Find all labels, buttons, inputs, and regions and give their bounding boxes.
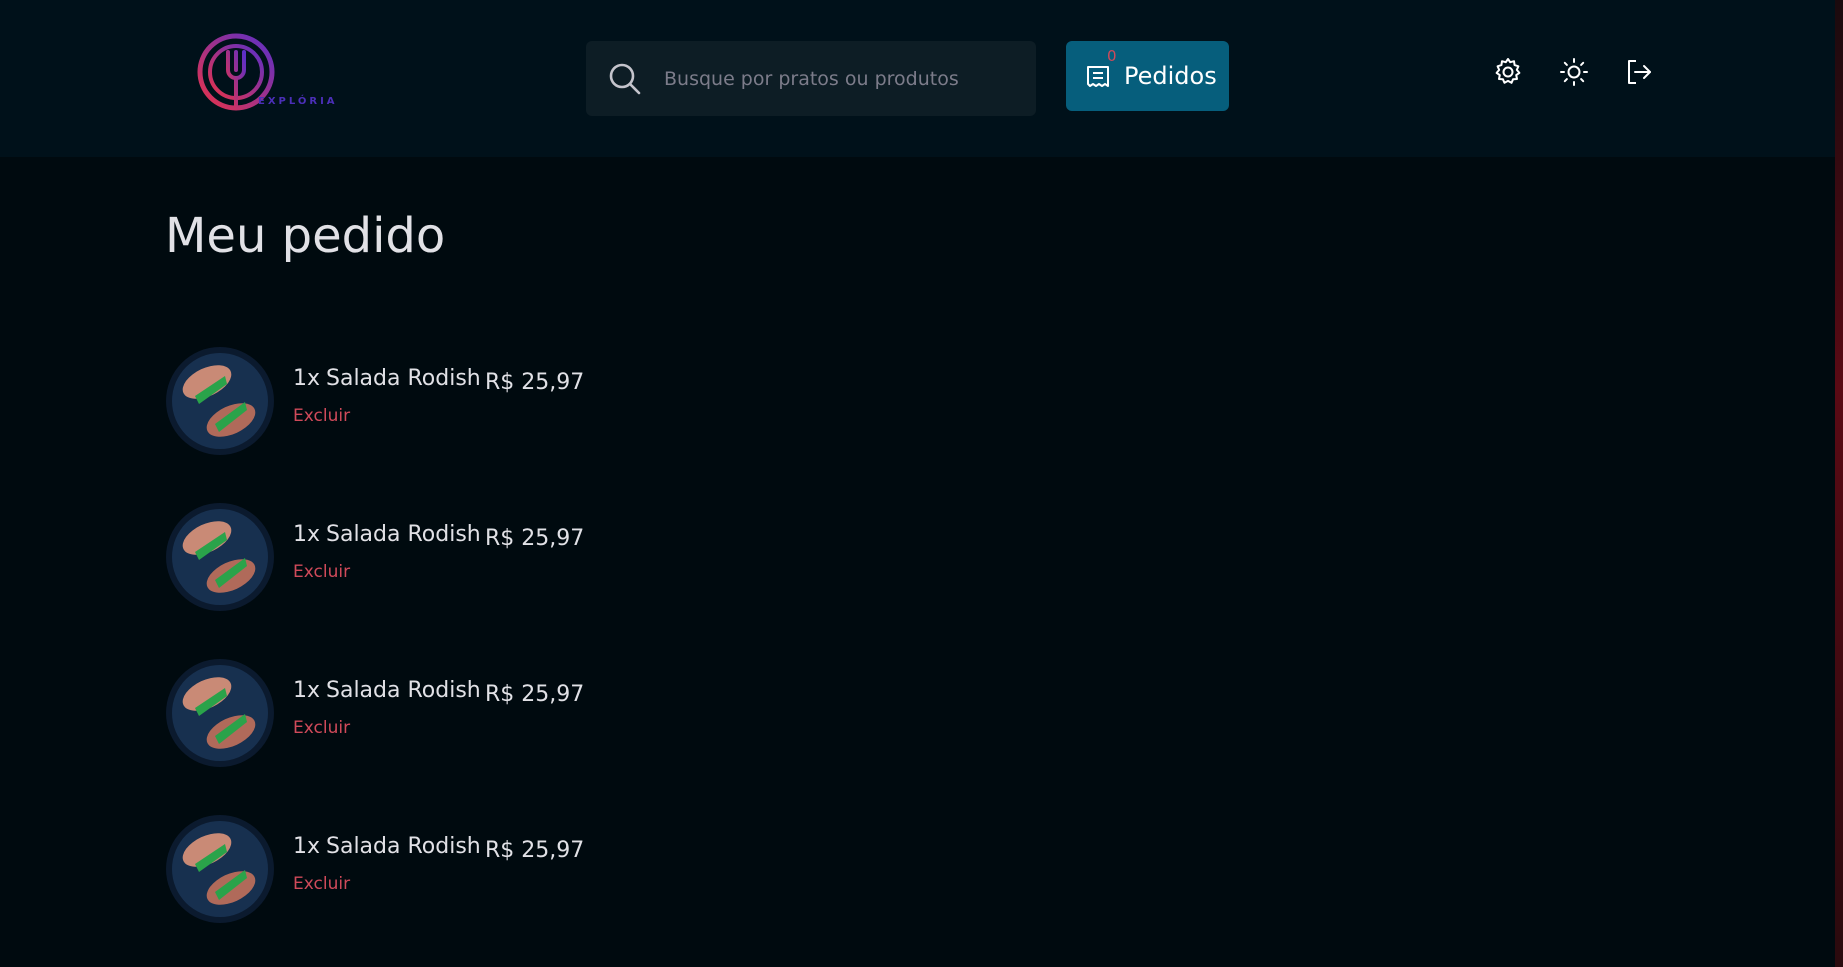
remove-item-link[interactable]: Excluir: [293, 718, 350, 738]
orders-count-badge: 0: [1107, 47, 1117, 65]
dish-image: [166, 347, 274, 455]
orders-button[interactable]: 0 Pedidos: [1066, 41, 1229, 111]
sign-out-icon[interactable]: [1623, 56, 1655, 88]
receipt-icon: [1087, 66, 1109, 87]
item-quantity: 1x: [293, 834, 321, 859]
logo-text: EXPLÓRIA: [258, 96, 338, 107]
item-name: Salada Rodish: [326, 366, 481, 391]
item-quantity: 1x: [293, 678, 321, 703]
remove-item-link[interactable]: Excluir: [293, 562, 350, 582]
item-price: R$ 25,97: [485, 370, 585, 395]
item-quantity: 1x: [293, 366, 321, 391]
gear-icon[interactable]: [1492, 56, 1524, 88]
item-price: R$ 25,97: [485, 838, 585, 863]
order-item: 1x Salada Rodish R$ 25,97 Excluir: [165, 658, 605, 768]
order-item: 1x Salada Rodish R$ 25,97 Excluir: [165, 814, 605, 924]
search-icon: [609, 63, 641, 94]
search-input[interactable]: [662, 66, 1006, 91]
dish-image: [166, 659, 274, 767]
order-item: 1x Salada Rodish R$ 25,97 Excluir: [165, 346, 605, 456]
order-item: 1x Salada Rodish R$ 25,97 Excluir: [165, 502, 605, 612]
item-price: R$ 25,97: [485, 526, 585, 551]
item-name: Salada Rodish: [326, 522, 481, 547]
logo[interactable]: EXPLÓRIA: [196, 32, 336, 116]
item-price: R$ 25,97: [485, 682, 585, 707]
top-header: EXPLÓRIA 0 Pedidos: [0, 0, 1835, 157]
orders-button-label: Pedidos: [1124, 62, 1217, 90]
dish-image: [166, 503, 274, 611]
scrollbar[interactable]: [1835, 0, 1843, 967]
remove-item-link[interactable]: Excluir: [293, 406, 350, 426]
search-bar[interactable]: [586, 41, 1036, 116]
item-name: Salada Rodish: [326, 678, 481, 703]
item-quantity: 1x: [293, 522, 321, 547]
page-title: Meu pedido: [165, 208, 446, 264]
remove-item-link[interactable]: Excluir: [293, 874, 350, 894]
item-name: Salada Rodish: [326, 834, 481, 859]
dish-image: [166, 815, 274, 923]
sun-icon[interactable]: [1558, 56, 1590, 88]
